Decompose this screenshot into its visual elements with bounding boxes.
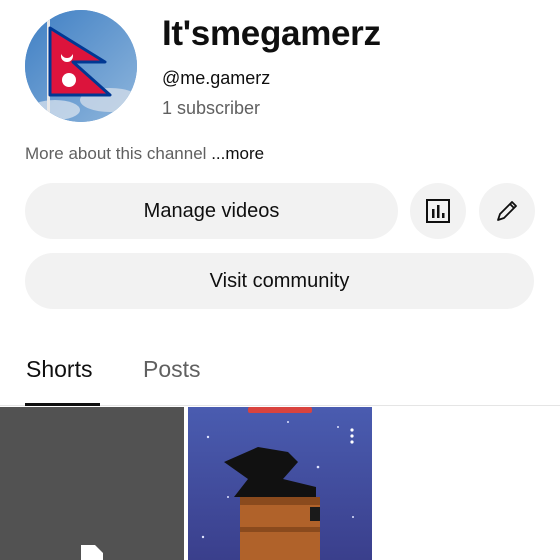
short-thumbnail-2[interactable]: [188, 407, 372, 560]
visit-community-label: Visit community: [209, 269, 350, 292]
more-link[interactable]: ...more: [211, 144, 264, 163]
tab-posts[interactable]: Posts: [143, 356, 201, 383]
more-options-icon[interactable]: [348, 427, 356, 445]
pencil-icon: [497, 201, 517, 221]
channel-handle: @me.gamerz: [162, 68, 271, 88]
about-channel-link[interactable]: More about this channel ...more: [25, 144, 264, 164]
nepal-flag-image: [25, 10, 137, 122]
channel-avatar[interactable]: [25, 10, 137, 122]
short-thumbnail-1[interactable]: [0, 407, 184, 560]
analytics-button[interactable]: [410, 183, 466, 239]
analytics-icon: [426, 199, 450, 223]
short-thumbnail-image: [188, 407, 372, 560]
channel-tabs: Shorts Posts: [0, 340, 560, 406]
channel-name: It'smegamerz: [162, 14, 381, 53]
edit-channel-button[interactable]: [479, 183, 535, 239]
manage-videos-label: Manage videos: [143, 199, 280, 222]
tab-shorts[interactable]: Shorts: [26, 356, 92, 383]
about-text: More about this channel: [25, 144, 207, 163]
visit-community-button[interactable]: Visit community: [25, 253, 534, 309]
document-icon: [81, 545, 103, 560]
subscriber-count: 1 subscriber: [162, 98, 261, 118]
selected-tab-indicator: [25, 403, 100, 406]
manage-videos-button[interactable]: Manage videos: [25, 183, 398, 239]
